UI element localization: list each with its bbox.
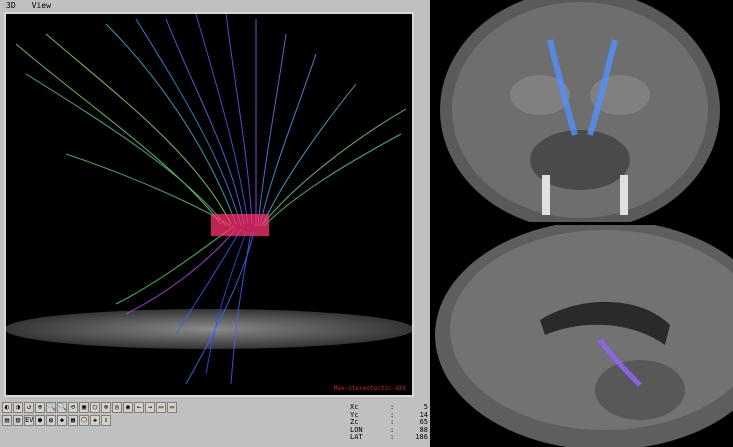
toolbar-row-1: ◐ ◑ ↺ ⊕ 🔍 🔍 ⊖ ▣ ◯ ⊗ ◎ ◉ ← → ▭ ▭ xyxy=(2,402,202,413)
toolbar-button-icon[interactable]: ← xyxy=(134,402,144,413)
left-pane: 3D View Max-Stereotactic-XXX ◐ ◑ ↺ ⊕ 🔍 🔍… xyxy=(0,0,430,447)
watermark: Max-Stereotactic-XXX xyxy=(333,385,406,392)
toolbar-button-icon[interactable]: 🔍 xyxy=(46,402,56,413)
toolbar-button-icon[interactable]: ◍ xyxy=(46,415,56,426)
toolbar-button-icon[interactable]: ◎ xyxy=(112,402,122,413)
coordinate-readout: Xc:5 Yc:14 Zc:65 LON:88 LAT:186 xyxy=(350,403,428,446)
menu-3d[interactable]: 3D xyxy=(6,1,16,10)
right-pane xyxy=(430,0,733,447)
toolbar-button-icon[interactable]: → xyxy=(145,402,155,413)
3d-viewport[interactable]: Max-Stereotactic-XXX xyxy=(4,12,414,397)
toolbar-button-icon[interactable]: ◯ xyxy=(90,402,100,413)
tractography-render xyxy=(6,14,412,385)
toolbar-button-icon[interactable]: ▤ xyxy=(2,415,12,426)
toolbar-button-icon[interactable]: 🔍 xyxy=(57,402,67,413)
toolbar-button-icon[interactable]: ⊗ xyxy=(101,402,111,413)
coord-row: LAT: 186 xyxy=(350,433,428,442)
toolbar: ◐ ◑ ↺ ⊕ 🔍 🔍 ⊖ ▣ ◯ ⊗ ◎ ◉ ← → ▭ ▭ ▤ ▥ EV ● ◍ ◆ ▦ ⬡ ✚ ⇕ xyxy=(2,402,202,444)
coord-value: 186 xyxy=(415,433,428,441)
fiber-crossing-highlight xyxy=(211,214,269,236)
toolbar-button-icon[interactable]: ▦ xyxy=(68,415,78,426)
toolbar-button-icon[interactable]: ⊖ xyxy=(68,402,78,413)
toolbar-button-icon[interactable]: ⊕ xyxy=(35,402,45,413)
toolbar-button-icon[interactable]: ◆ xyxy=(57,415,67,426)
coord-row: Xc:5 xyxy=(350,403,428,412)
toolbar-button-icon[interactable]: ▥ xyxy=(13,415,23,426)
toolbar-row-2: ▤ ▥ EV ● ◍ ◆ ▦ ⬡ ✚ ⇕ xyxy=(2,415,202,426)
coord-separator: : xyxy=(390,433,395,441)
coronal-mri-panel[interactable] xyxy=(430,0,733,222)
toolbar-button-icon[interactable]: ⬡ xyxy=(79,415,89,426)
toolbar-button-icon[interactable]: ✚ xyxy=(90,415,100,426)
toolbar-button-icon[interactable]: ▭ xyxy=(156,402,166,413)
toolbar-button-icon[interactable]: ◑ xyxy=(13,402,23,413)
coord-label: LAT xyxy=(350,433,363,441)
toolbar-button-icon[interactable]: ⇕ xyxy=(101,415,111,426)
toolbar-button-icon[interactable]: ▣ xyxy=(79,402,89,413)
menu-bar: 3D View xyxy=(0,0,430,12)
menu-view[interactable]: View xyxy=(32,1,51,10)
toolbar-button-icon[interactable]: ◉ xyxy=(123,402,133,413)
toolbar-button-icon[interactable]: ● xyxy=(35,415,45,426)
coord-row: Yc:14 xyxy=(350,411,428,420)
toolbar-button-icon[interactable]: ◐ xyxy=(2,402,12,413)
sagittal-mri-panel[interactable] xyxy=(430,225,733,447)
toolbar-button-icon[interactable]: ▭ xyxy=(167,402,177,413)
axial-slice-plane xyxy=(6,309,412,349)
toolbar-button-icon[interactable]: EV xyxy=(24,415,34,426)
toolbar-button-icon[interactable]: ↺ xyxy=(24,402,34,413)
